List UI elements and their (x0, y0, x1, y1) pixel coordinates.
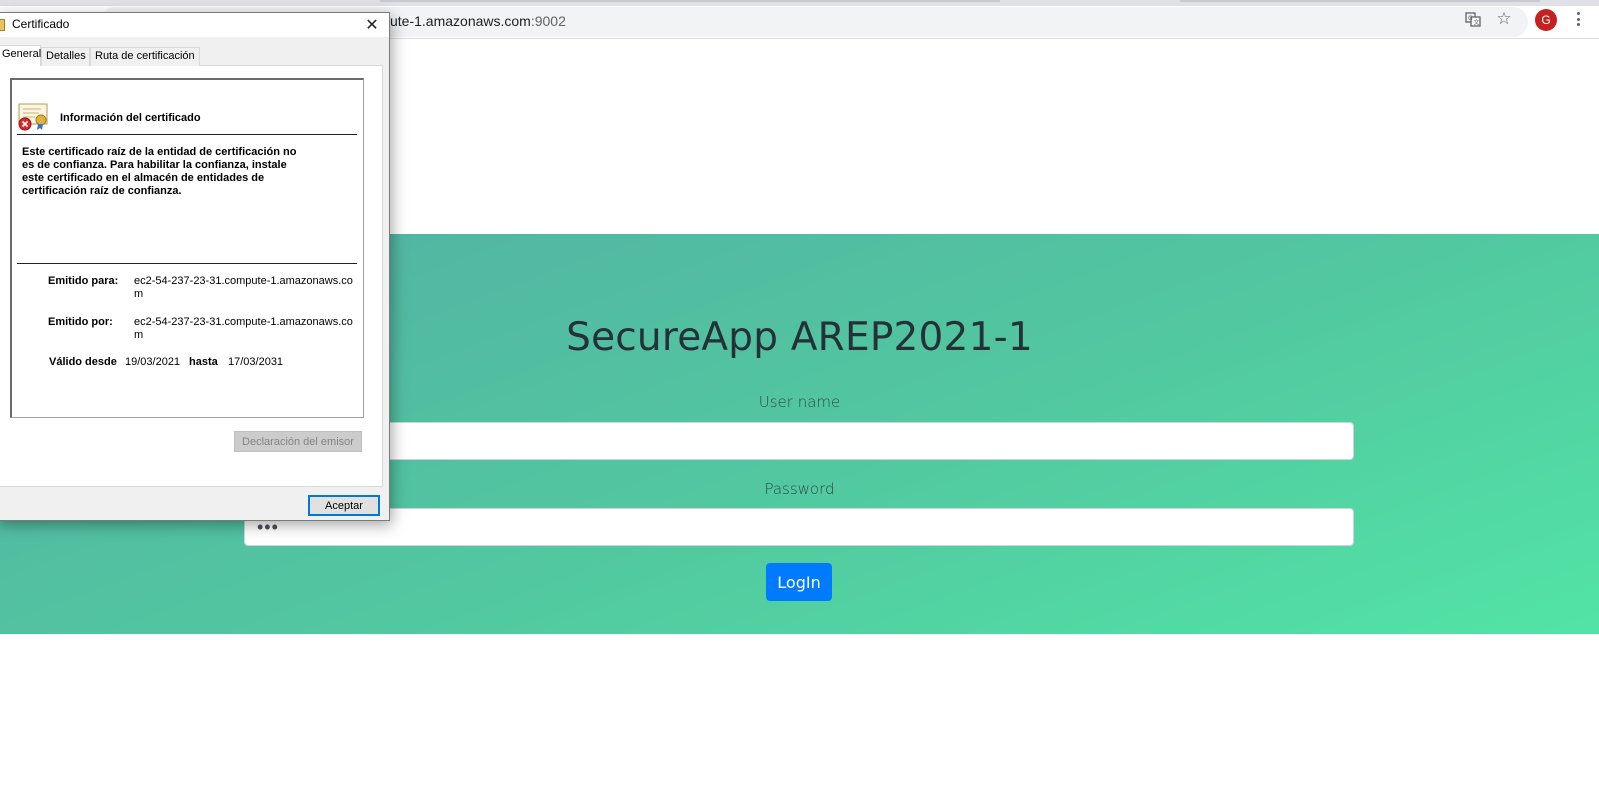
valid-from-value: 19/03/2021 (125, 356, 181, 368)
password-input[interactable]: ••• (244, 508, 1354, 546)
issued-to-value: ec2-54-237-23-31.compute-1.amazonaws.com (134, 275, 353, 300)
username-input[interactable] (244, 422, 1354, 460)
issued-by-label: Emitido por: (48, 316, 113, 328)
close-icon[interactable]: ✕ (357, 15, 387, 35)
warning-line: Este certificado raíz de la entidad de c… (22, 146, 297, 158)
kebab-menu-icon[interactable] (1573, 10, 1583, 28)
svg-text:G: G (1468, 15, 1473, 22)
certificate-error-icon (18, 103, 48, 131)
certificate-info-title: Información del certificado (60, 112, 201, 124)
avatar[interactable]: G (1535, 9, 1557, 31)
dialog-titlebar[interactable]: Certificado ✕ (0, 13, 389, 37)
url-host: ute-1.amazonaws.com (390, 13, 531, 29)
tab-strip-tab[interactable] (380, 0, 1000, 2)
warning-line: este certificado en el almacén de entida… (22, 172, 265, 184)
divider (17, 263, 357, 264)
tab-ruta-certificacion[interactable]: Ruta de certificación (90, 47, 200, 66)
issuer-statement-button[interactable]: Declaración del emisor (234, 431, 362, 452)
tab-strip-tab[interactable] (1180, 0, 1540, 2)
dialog-title: Certificado (12, 17, 70, 31)
tab-general[interactable]: General (0, 45, 41, 66)
certificate-warning-text: Este certificado raíz de la entidad de c… (22, 146, 322, 198)
divider (17, 134, 357, 135)
valid-to-value: 17/03/2031 (228, 356, 284, 368)
star-icon[interactable]: ☆ (1495, 9, 1513, 28)
login-button[interactable]: LogIn (766, 563, 832, 601)
tab-detalles[interactable]: Detalles (41, 47, 90, 66)
issued-to-label: Emitido para: (48, 275, 119, 287)
certificate-dialog: Certificado ✕ General Detalles Ruta de c… (0, 12, 390, 521)
screen: ute-1.amazonaws.com:9002 G文 ☆ G SecureAp… (0, 0, 1599, 796)
valid-from-label: Válido desde (49, 356, 117, 368)
warning-line: certificación raíz de confianza. (22, 185, 182, 197)
address-bar-url[interactable]: ute-1.amazonaws.com:9002 (390, 13, 566, 29)
issued-by-value: ec2-54-237-23-31.compute-1.amazonaws.com (134, 316, 353, 341)
url-port: :9002 (530, 13, 566, 29)
ok-button[interactable]: Aceptar (308, 495, 380, 516)
svg-text:文: 文 (1474, 19, 1480, 27)
valid-to-label: hasta (189, 356, 218, 368)
certificate-small-icon (0, 19, 5, 31)
warning-line: es de confianza. Para habilitar la confi… (22, 159, 287, 171)
translate-icon[interactable]: G文 (1464, 10, 1482, 28)
